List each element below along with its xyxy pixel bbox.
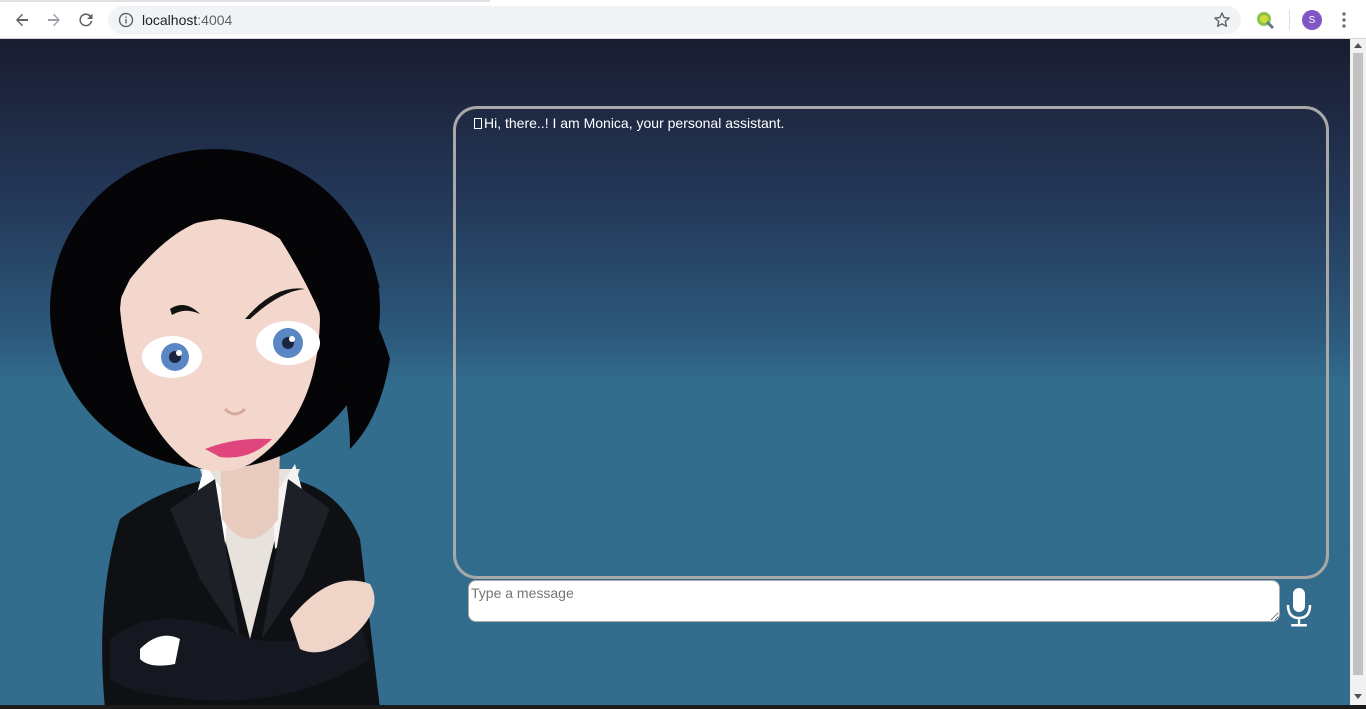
star-icon[interactable]	[1213, 11, 1231, 29]
scroll-up-arrow-icon[interactable]	[1354, 43, 1362, 48]
chat-transcript: Hi, there..! I am Monica, your personal …	[453, 106, 1329, 579]
window-bottom-edge	[0, 705, 1366, 709]
reload-icon	[79, 13, 93, 27]
chat-message-text: Hi, there..! I am Monica, your personal …	[484, 115, 785, 131]
url-port: :4004	[197, 12, 233, 28]
missing-glyph-icon	[474, 118, 482, 129]
url-host: localhost	[142, 12, 198, 28]
tab-strip-edge	[0, 0, 490, 2]
profile-avatar[interactable]: S	[1302, 10, 1322, 30]
page-scrollbar[interactable]	[1350, 39, 1366, 705]
assistant-avatar-illustration	[50, 149, 390, 705]
kebab-menu-icon[interactable]	[1336, 10, 1352, 30]
info-icon[interactable]	[118, 12, 134, 28]
extension-icon[interactable]	[1255, 10, 1275, 30]
microphone-icon[interactable]	[1284, 587, 1314, 627]
reload-button[interactable]	[75, 9, 97, 31]
back-button[interactable]	[11, 9, 33, 31]
forward-arrow-icon	[48, 13, 60, 27]
address-bar[interactable]: localhost:4004	[108, 6, 1241, 34]
url-text: localhost:4004	[142, 12, 232, 28]
scrollbar-thumb[interactable]	[1353, 53, 1363, 675]
forward-button[interactable]	[43, 9, 65, 31]
message-input[interactable]	[468, 580, 1280, 622]
scroll-down-arrow-icon[interactable]	[1354, 694, 1362, 699]
browser-toolbar: localhost:4004 S	[0, 0, 1366, 39]
toolbar-separator	[1289, 10, 1290, 30]
chat-message-bot: Hi, there..! I am Monica, your personal …	[474, 115, 1308, 131]
back-arrow-icon	[16, 13, 28, 27]
